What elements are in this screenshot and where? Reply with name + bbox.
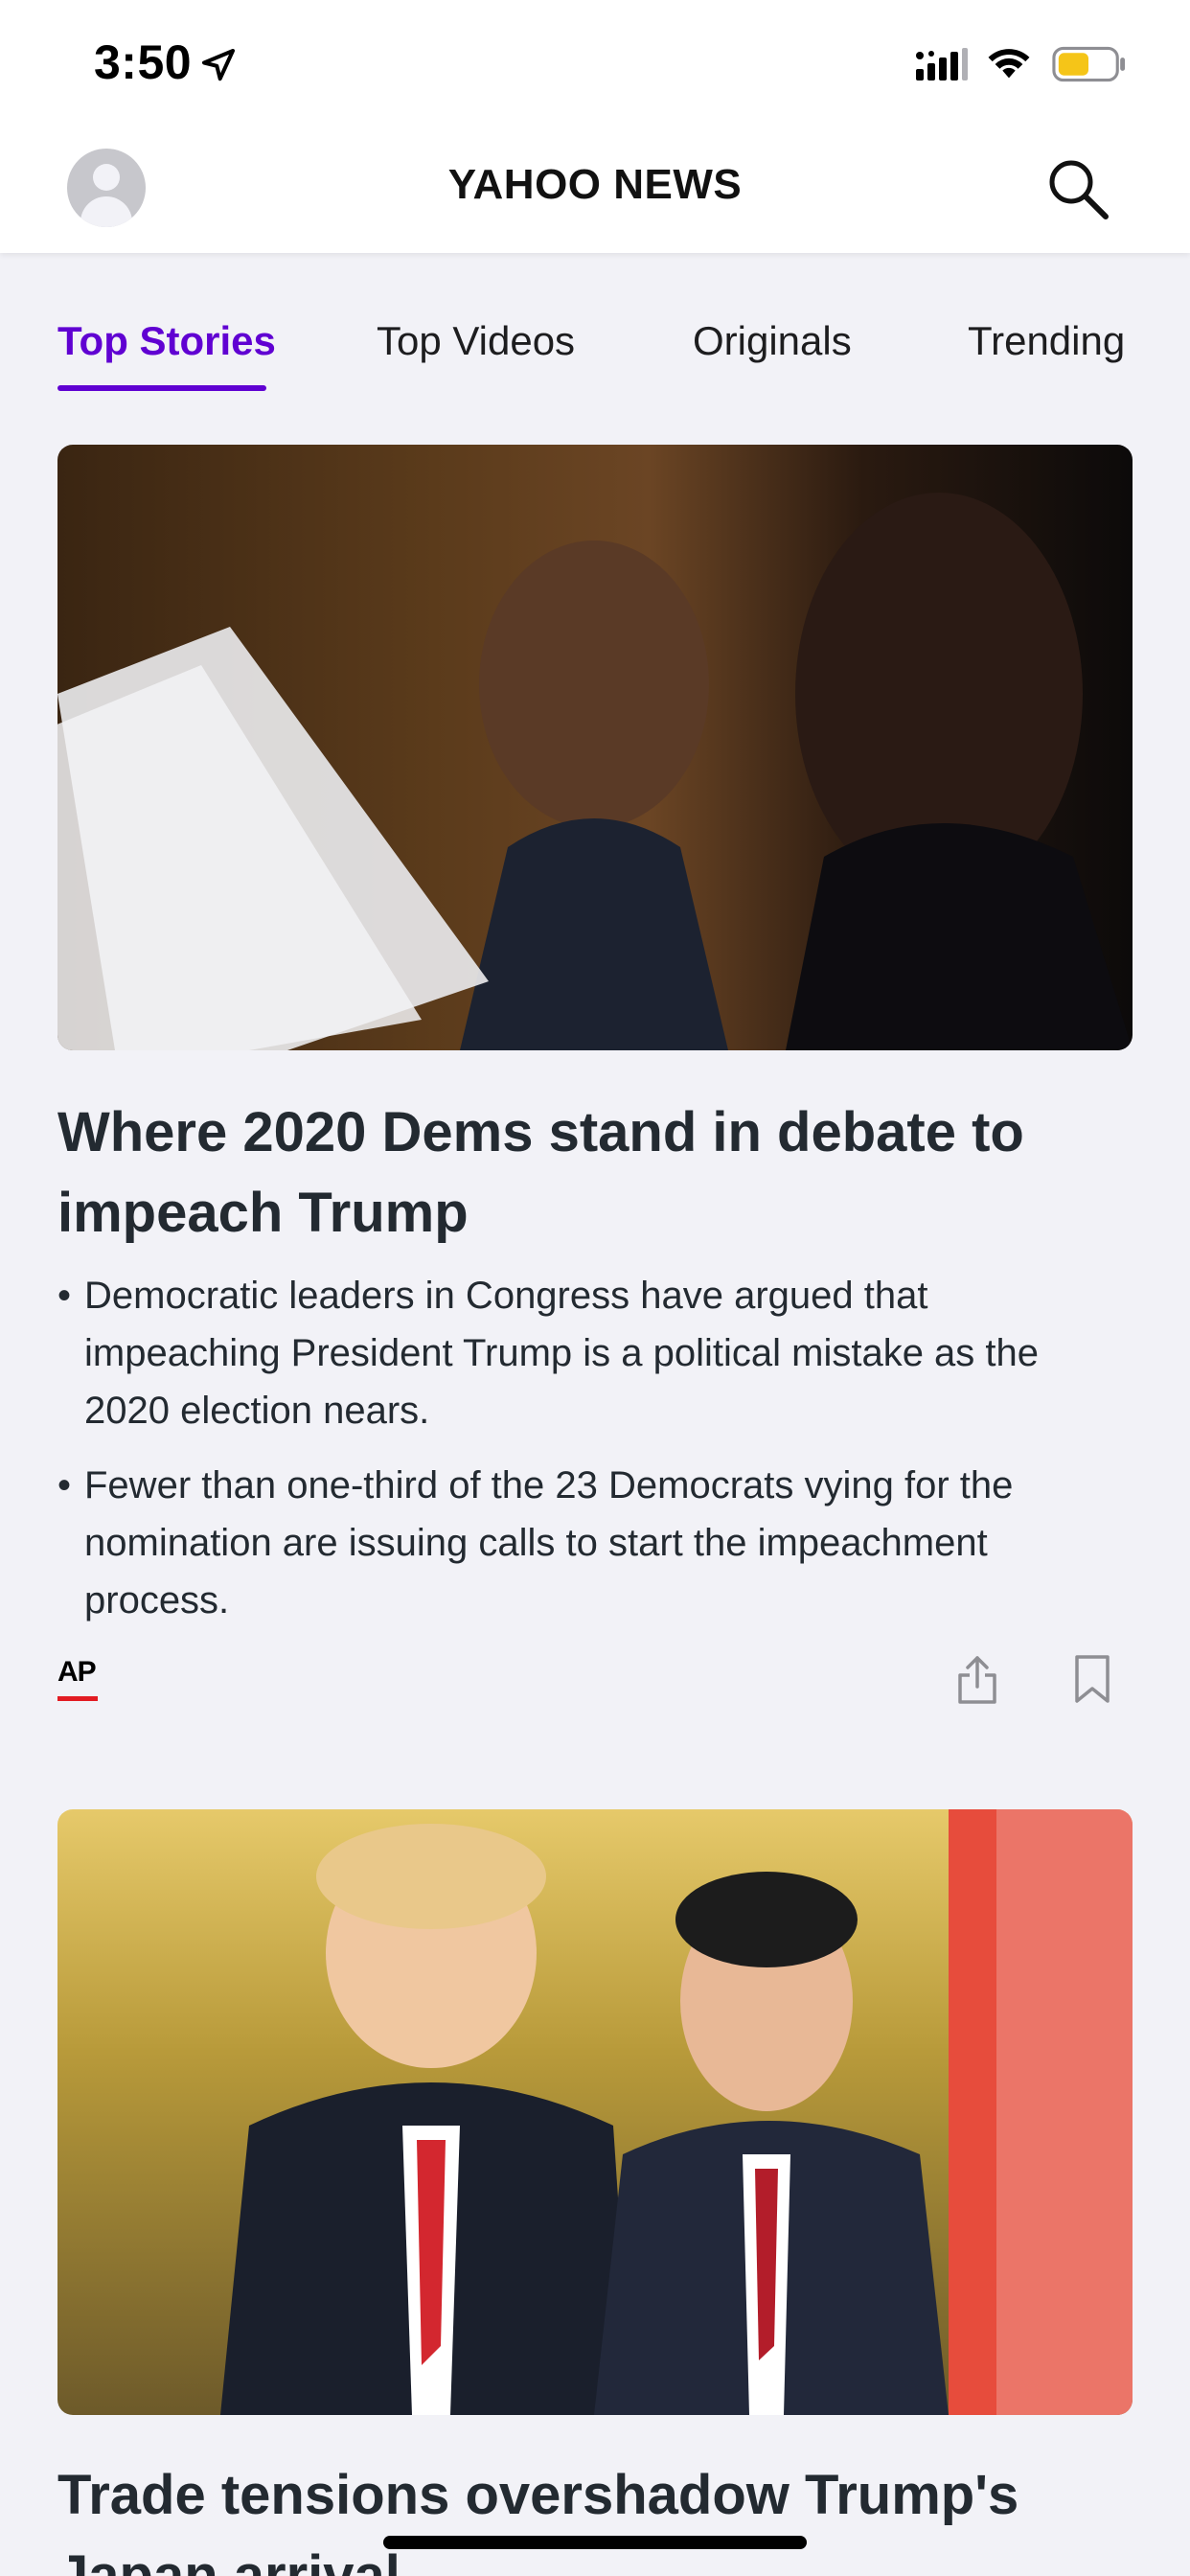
cellular-signal-icon: [916, 48, 968, 80]
bookmark-icon[interactable]: [1073, 1654, 1111, 1704]
tab-top-stories[interactable]: Top Stories: [57, 318, 276, 364]
screen: 3:50 YAHOO NEWS Top Stories Top Videos O…: [0, 0, 1190, 2576]
story-2-image[interactable]: [57, 1809, 1133, 2415]
tab-top-videos[interactable]: Top Videos: [377, 318, 575, 364]
location-arrow-icon: [202, 49, 235, 81]
tab-originals[interactable]: Originals: [693, 318, 852, 364]
tab-trending[interactable]: Trending: [968, 318, 1125, 364]
source-logo-underline: [57, 1696, 98, 1701]
story-1-bullet-2: Fewer than one-third of the 23 Democrats…: [57, 1457, 1131, 1629]
story-2-headline[interactable]: Trade tensions overshadow Trump's Japan …: [57, 2455, 1133, 2576]
battery-icon: [1052, 46, 1126, 82]
category-tabs: Top Stories Top Videos Originals Trendin…: [0, 307, 1190, 402]
search-icon[interactable]: [1044, 155, 1111, 222]
story-1-photo: [57, 493, 1133, 1050]
share-icon[interactable]: [954, 1654, 1000, 1706]
story-1-summary: Democratic leaders in Congress have argu…: [57, 1267, 1131, 1646]
story-1-image[interactable]: [57, 445, 1133, 1050]
home-indicator[interactable]: [383, 2536, 807, 2549]
status-time: 3:50: [94, 35, 193, 89]
top-bar: 3:50 YAHOO NEWS: [0, 0, 1190, 253]
wifi-icon: [988, 49, 1030, 79]
story-1-headline[interactable]: Where 2020 Dems stand in debate to impea…: [57, 1092, 1133, 1254]
brand-title: YAHOO NEWS: [447, 161, 743, 208]
source-logo: AP: [57, 1656, 97, 1688]
story-2-photo: [220, 1809, 1133, 2415]
active-tab-indicator: [57, 385, 266, 391]
story-1-bullet-1: Democratic leaders in Congress have argu…: [57, 1267, 1131, 1439]
